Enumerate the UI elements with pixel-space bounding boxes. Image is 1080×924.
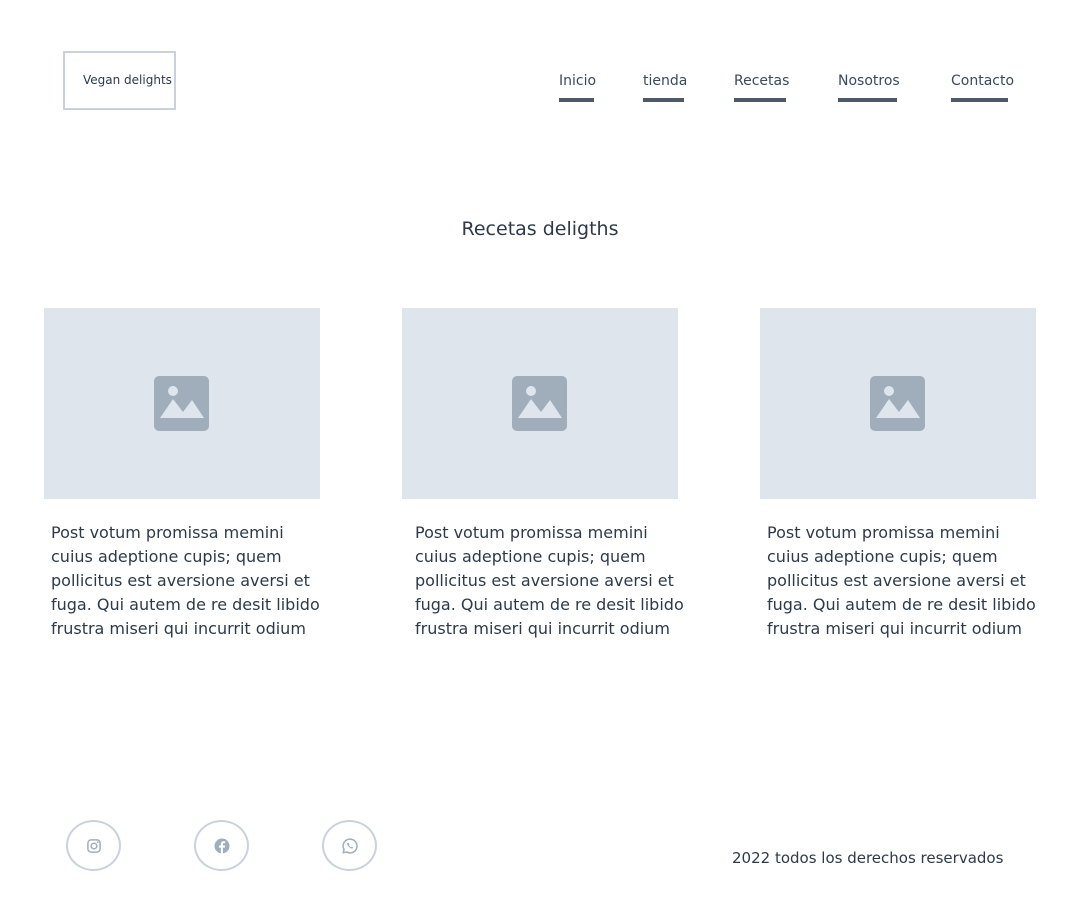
card-text: Post votum promissa memini cuius adeptio… xyxy=(415,523,684,638)
nav-link-label: tienda xyxy=(643,73,688,89)
nav-link-inicio[interactable]: Inicio xyxy=(559,73,597,102)
nav-underline xyxy=(559,98,594,102)
image-placeholder-icon xyxy=(154,376,209,431)
nav-underline xyxy=(951,98,1008,102)
page-title: Recetas deligths xyxy=(461,218,619,240)
logo-text: Vegan delights xyxy=(83,73,172,87)
nav-link-recetas[interactable]: Recetas xyxy=(734,73,790,102)
card-image[interactable] xyxy=(760,308,1036,499)
nav-link-label: Inicio xyxy=(559,73,597,89)
facebook-icon xyxy=(214,838,229,853)
image-placeholder-icon xyxy=(512,376,567,431)
nav-link-contacto[interactable]: Contacto xyxy=(951,73,1014,102)
instagram-icon xyxy=(86,838,101,853)
image-placeholder-icon xyxy=(870,376,925,431)
whatsapp-link[interactable] xyxy=(322,820,377,871)
nav-link-tienda[interactable]: tienda xyxy=(643,73,688,102)
facebook-link[interactable] xyxy=(194,820,249,871)
card-text: Post votum promissa memini cuius adeptio… xyxy=(767,523,1036,638)
nav-link-label: Recetas xyxy=(734,73,790,89)
instagram-link[interactable] xyxy=(66,820,121,871)
whatsapp-icon xyxy=(341,837,358,854)
nav-link-label: Nosotros xyxy=(838,73,900,89)
card-image[interactable] xyxy=(402,308,678,499)
card-text: Post votum promissa memini cuius adeptio… xyxy=(51,523,320,638)
logo[interactable]: Vegan delights xyxy=(63,51,176,110)
nav-underline xyxy=(643,98,684,102)
card-image[interactable] xyxy=(44,308,320,499)
copyright-text: 2022 todos los derechos reservados xyxy=(732,849,1004,867)
nav-link-nosotros[interactable]: Nosotros xyxy=(838,73,900,102)
nav-underline xyxy=(734,98,786,102)
nav-link-label: Contacto xyxy=(951,73,1015,89)
nav-underline xyxy=(838,98,897,102)
